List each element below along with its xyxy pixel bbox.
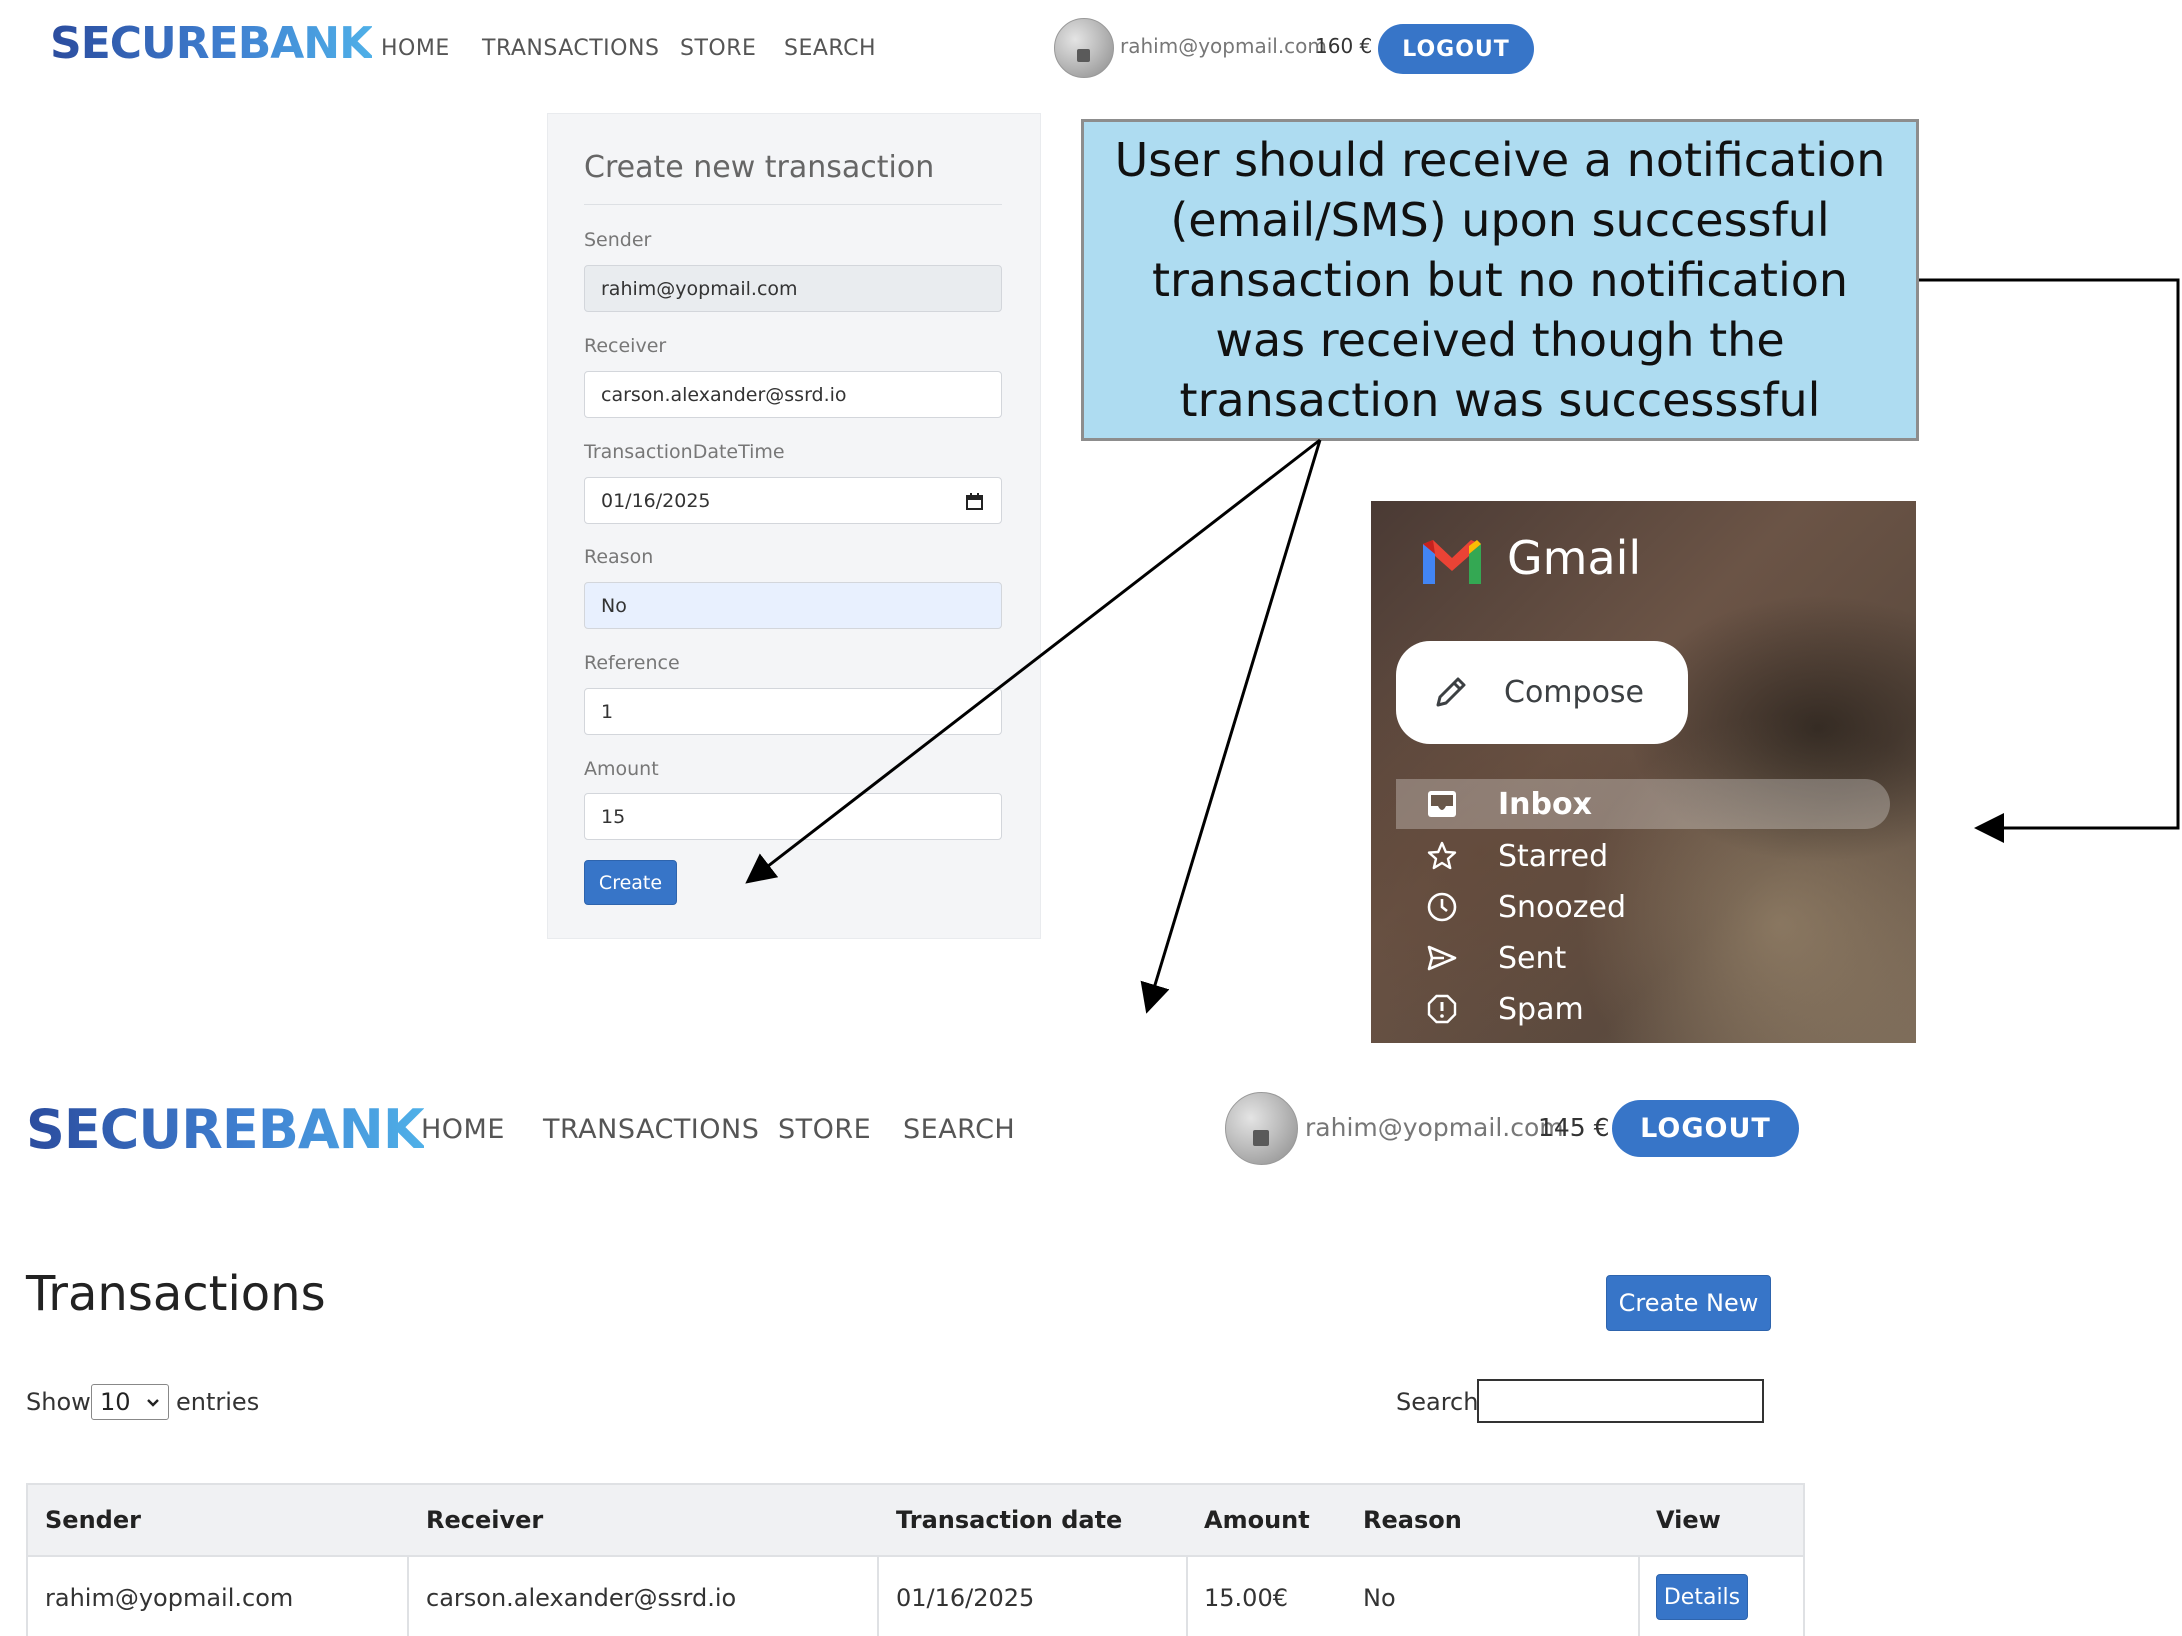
annotation-arrows (745, 278, 2180, 1014)
search-input[interactable] (1477, 1379, 1764, 1423)
arrow-to-create-button (745, 438, 1321, 884)
bottom-balance: 145 € (1538, 1113, 1610, 1142)
col-view[interactable]: View (1656, 1506, 1721, 1534)
row-divider (1638, 1557, 1640, 1636)
col-receiver[interactable]: Receiver (426, 1506, 543, 1534)
bottom-avatar[interactable] (1225, 1092, 1298, 1165)
col-amount[interactable]: Amount (1204, 1506, 1310, 1534)
chevron-down-icon (147, 1399, 159, 1407)
page-title: Transactions (26, 1266, 326, 1322)
arrow-to-transactions (1140, 439, 1322, 1014)
bottom-nav-home[interactable]: HOME (421, 1114, 505, 1145)
row-divider (1186, 1557, 1188, 1636)
create-new-button[interactable]: Create New (1606, 1275, 1771, 1331)
entries-select[interactable]: 10 (91, 1384, 169, 1420)
bottom-user-email: rahim@yopmail.com (1305, 1113, 1564, 1142)
cell-sender: rahim@yopmail.com (45, 1584, 294, 1612)
search-label: Search: (1396, 1388, 1487, 1416)
cell-receiver: carson.alexander@ssrd.io (426, 1584, 737, 1612)
bottom-logout-button[interactable]: LOGOUT (1612, 1100, 1799, 1157)
cell-date: 01/16/2025 (896, 1584, 1035, 1612)
details-button[interactable]: Details (1656, 1574, 1748, 1620)
col-sender[interactable]: Sender (45, 1506, 141, 1534)
bottom-nav-store[interactable]: STORE (778, 1114, 871, 1145)
col-reason[interactable]: Reason (1363, 1506, 1462, 1534)
show-label: Show (26, 1388, 91, 1416)
bottom-nav-search[interactable]: SEARCH (903, 1114, 1015, 1145)
entries-value: 10 (100, 1388, 131, 1416)
col-transaction-date[interactable]: Transaction date (896, 1506, 1122, 1534)
row-divider (407, 1557, 409, 1636)
bottom-nav-transactions[interactable]: TRANSACTIONS (543, 1114, 759, 1145)
arrow-to-gmail-inbox (1919, 278, 2180, 843)
cell-amount: 15.00€ (1204, 1584, 1288, 1612)
bottom-logo[interactable]: SECUREBANK (26, 1098, 425, 1161)
entries-label: entries (176, 1388, 260, 1416)
row-divider (877, 1557, 879, 1636)
cell-reason: No (1363, 1584, 1396, 1612)
